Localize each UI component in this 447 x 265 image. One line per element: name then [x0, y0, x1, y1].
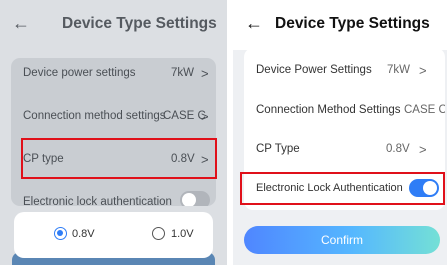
device-power-value: 7kW [387, 64, 410, 76]
radio-dot [57, 230, 63, 236]
option-0-8v-label[interactable]: 0.8V [72, 228, 95, 240]
chevron-right-icon: > [419, 141, 427, 157]
header: ← Device Type Settings [233, 0, 447, 50]
option-1-0v-label[interactable]: 1.0V [171, 228, 194, 240]
settings-card: Device power settings 7kW > Connection m… [11, 58, 216, 206]
header: ← Device Type Settings [0, 0, 227, 50]
connection-method-value: CASE C [404, 104, 445, 116]
connection-method-value: CASE C [163, 110, 206, 122]
connection-method-label: Connection method settings [23, 110, 166, 122]
device-power-label: Device Power Settings [256, 64, 372, 76]
device-power-label: Device power settings [23, 67, 136, 79]
highlight-box [240, 172, 445, 205]
cp-type-row[interactable]: CP Type 0.8V > [244, 139, 445, 159]
radio-0-8v[interactable] [54, 227, 67, 240]
connection-method-row[interactable]: Connection Method Settings CASE C [244, 100, 445, 120]
electronic-lock-toggle[interactable] [180, 191, 210, 206]
page-title: Device Type Settings [62, 15, 217, 32]
chevron-right-icon: > [201, 65, 209, 81]
electronic-lock-label: Electronic lock authentication [23, 196, 172, 206]
device-power-row[interactable]: Device power settings 7kW > [11, 63, 216, 83]
toggle-knob [182, 193, 196, 206]
highlight-box [21, 138, 217, 179]
device-power-row[interactable]: Device Power Settings 7kW > [244, 60, 445, 80]
cp-type-value: 0.8V [386, 143, 410, 155]
right-screen: ← Device Type Settings Device Power Sett… [233, 0, 447, 265]
page-title: Device Type Settings [275, 15, 430, 32]
connection-method-label: Connection Method Settings [256, 104, 401, 116]
device-power-value: 7kW [171, 67, 194, 79]
chevron-right-icon: > [201, 108, 209, 124]
chevron-right-icon: > [419, 62, 427, 78]
back-arrow-icon[interactable]: ← [245, 14, 263, 32]
cp-type-options-sheet: 0.8V 1.0V [14, 212, 213, 258]
radio-1-0v[interactable] [152, 227, 165, 240]
connection-method-row[interactable]: Connection method settings CASE C > [11, 106, 216, 126]
cp-type-label: CP Type [256, 143, 300, 155]
confirm-button[interactable]: Confirm [244, 226, 440, 254]
back-arrow-icon[interactable]: ← [12, 14, 30, 32]
left-screen: ← Device Type Settings Device power sett… [0, 0, 227, 265]
